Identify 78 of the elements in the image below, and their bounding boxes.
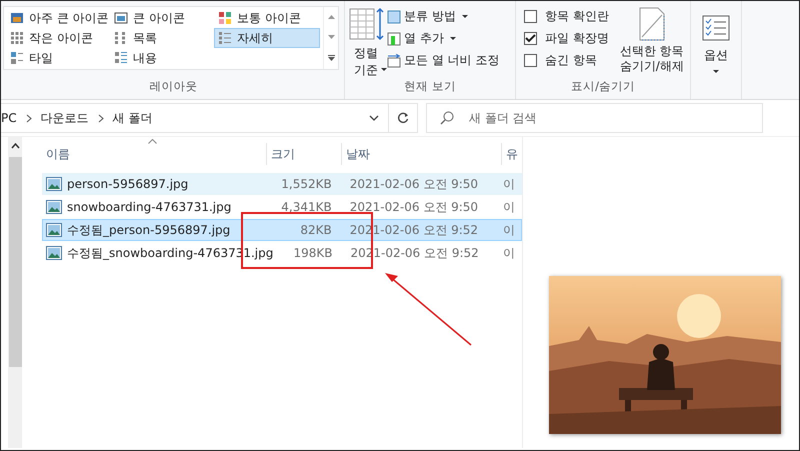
search-field[interactable]: 새 폴더 검색 <box>426 103 763 133</box>
file-size: 82KB <box>299 223 333 237</box>
layout-option[interactable]: 큰 아이콘 <box>110 8 214 28</box>
file-date: 2021-02-06 오전 9:50 <box>348 198 480 216</box>
scrollbar-thumb[interactable] <box>8 157 22 367</box>
table-icon <box>348 7 384 41</box>
file-row[interactable]: snowboarding-4763731.jpg 4,341KB 2021-02-06 오전 9:50 이 <box>42 196 522 218</box>
breadcrumb-item[interactable]: PC <box>1 111 17 125</box>
file-date: 2021-02-06 오전 9:50 <box>348 176 480 192</box>
file-name: person-5956897.jpg <box>67 177 188 191</box>
picture-icon <box>10 11 24 25</box>
refresh-button[interactable] <box>388 103 418 133</box>
layout-option[interactable]: 아주 큰 아이콘 <box>6 8 110 28</box>
tiles-icon <box>218 11 232 25</box>
caret-icon <box>381 68 387 71</box>
address-bar[interactable]: PC 다운로드 새 폴더 <box>1 103 389 133</box>
column-header[interactable]: 크기 <box>267 143 342 165</box>
view-option-button[interactable]: 모든 열 너비 조정 <box>387 51 500 70</box>
down-arrow-icon <box>328 35 334 39</box>
hide-selected-button[interactable]: 선택한 항목 숨기기/해제 <box>614 7 689 74</box>
file-size: 1,552KB <box>280 177 333 191</box>
checklist-icon <box>702 15 730 41</box>
checkbox[interactable] <box>524 32 537 45</box>
gallery-scrollbar[interactable] <box>323 7 338 69</box>
grid-icon <box>10 31 24 45</box>
columns-icon <box>387 54 401 68</box>
breadcrumb-item[interactable]: 다운로드 <box>40 110 89 126</box>
file-type: 이 <box>502 198 516 216</box>
options-button[interactable]: 옵션 <box>700 1 732 73</box>
image-file-icon <box>46 246 62 260</box>
image-file-icon <box>46 200 62 214</box>
image-file-icon <box>46 223 62 237</box>
scrollbar[interactable] <box>8 137 22 448</box>
file-name: snowboarding-4763731.jpg <box>67 200 232 214</box>
breadcrumb-item[interactable]: 새 폴더 <box>112 110 152 126</box>
column-header[interactable]: 유 <box>502 143 522 165</box>
layout-option[interactable]: 작은 아이콘 <box>6 28 110 48</box>
image-file-icon <box>46 177 62 191</box>
checkbox[interactable] <box>524 54 537 67</box>
file-name: 수정됨_person-5956897.jpg <box>67 222 230 238</box>
checkbox-option[interactable]: 파일 확장명 <box>524 29 609 48</box>
grid-icon <box>114 31 128 45</box>
checkbox[interactable] <box>524 10 537 23</box>
file-type: 이 <box>502 176 516 192</box>
group-label: 레이아웃 <box>148 79 198 95</box>
view-option-button[interactable]: 열 추가 <box>387 29 500 48</box>
caret-icon <box>450 37 456 40</box>
layout-option[interactable]: 목록 <box>110 28 214 48</box>
chevron-down-icon <box>369 115 379 121</box>
list-icon <box>218 31 232 45</box>
sort-button[interactable]: 정렬 기준 <box>345 7 387 79</box>
file-type: 이 <box>502 222 516 238</box>
column-header[interactable]: 이름 <box>42 143 267 165</box>
refresh-icon <box>397 112 409 124</box>
group-label: 현재 보기 <box>403 79 457 95</box>
expand-icon <box>328 55 334 61</box>
picture-icon <box>114 11 128 25</box>
layout-option[interactable]: 보통 아이콘 <box>214 8 320 28</box>
page-icon <box>638 7 666 41</box>
chevron-right-icon <box>26 114 32 122</box>
file-size: 4,341KB <box>280 200 333 214</box>
caret-icon <box>713 70 719 73</box>
group-label: 표시/숨기기 <box>570 79 636 95</box>
checkbox-option[interactable]: 항목 확인란 <box>524 7 609 26</box>
layout-option[interactable]: 타일 <box>6 48 110 68</box>
search-icon <box>440 111 454 125</box>
checkbox-option[interactable]: 숨긴 항목 <box>524 51 609 70</box>
layout-option[interactable]: 자세히 <box>214 28 320 48</box>
chevron-right-icon <box>98 114 104 122</box>
caret-icon <box>462 15 468 18</box>
file-type: 이 <box>502 244 516 262</box>
tiles-icon <box>10 51 24 65</box>
list-icon <box>114 51 128 65</box>
column-header[interactable]: 날짜 <box>342 143 502 165</box>
layout-option[interactable]: 내용 <box>110 48 214 68</box>
view-option-button[interactable]: 분류 방법 <box>387 7 500 26</box>
up-arrow-icon <box>328 15 334 19</box>
file-row[interactable]: person-5956897.jpg 1,552KB 2021-02-06 오전 9:50 이 <box>42 173 522 195</box>
